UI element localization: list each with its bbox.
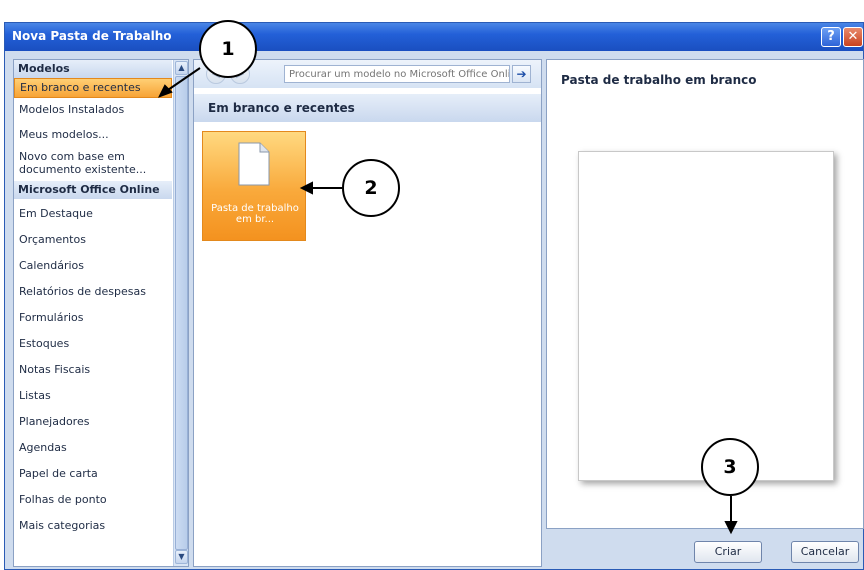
category-scrollbar[interactable]: ▲ ▼: [173, 60, 188, 566]
category-pane: Modelos Em branco e recentes Modelos Ins…: [13, 59, 189, 567]
category-meus-modelos[interactable]: Meus modelos...: [14, 128, 172, 141]
blank-workbook-tile[interactable]: Pasta de trabalho em br...: [202, 131, 306, 241]
callout-1: 1: [199, 20, 257, 78]
category-listas[interactable]: Listas: [14, 389, 172, 402]
category-agendas[interactable]: Agendas: [14, 441, 172, 454]
help-icon[interactable]: ?: [821, 27, 841, 47]
template-search-input[interactable]: [284, 65, 510, 83]
category-folhas-de-ponto[interactable]: Folhas de ponto: [14, 493, 172, 506]
category-mais-categorias[interactable]: Mais categorias: [14, 519, 172, 532]
category-em-destaque[interactable]: Em Destaque: [14, 207, 172, 220]
tile-label: Pasta de trabalho em br...: [211, 203, 299, 225]
category-estoques[interactable]: Estoques: [14, 337, 172, 350]
category-novo-com-base[interactable]: Novo com base em documento existente...: [14, 150, 170, 176]
template-pane: ◀ ▶ ➔ Em branco e recentes Pasta de trab…: [193, 59, 542, 567]
close-icon[interactable]: ✕: [843, 27, 863, 47]
category-notas-fiscais[interactable]: Notas Fiscais: [14, 363, 172, 376]
scroll-thumb[interactable]: [175, 76, 188, 550]
category-orcamentos[interactable]: Orçamentos: [14, 233, 172, 246]
heading-online: Microsoft Office Online: [14, 181, 172, 199]
window-title: Nova Pasta de Trabalho: [12, 29, 172, 43]
preview-thumbnail: [578, 151, 834, 481]
callout-2: 2: [342, 159, 400, 217]
document-icon: [238, 142, 270, 186]
title-bar[interactable]: Nova Pasta de Trabalho ? ✕: [5, 23, 863, 51]
category-relatorios-despesas[interactable]: Relatórios de despesas: [14, 285, 172, 298]
callout-3: 3: [701, 438, 759, 496]
category-em-branco[interactable]: Em branco e recentes: [14, 78, 172, 98]
category-planejadores[interactable]: Planejadores: [14, 415, 172, 428]
section-title: Em branco e recentes: [194, 94, 541, 122]
category-papel-de-carta[interactable]: Papel de carta: [14, 467, 172, 480]
scroll-up-icon[interactable]: ▲: [175, 61, 188, 75]
create-button[interactable]: Criar: [694, 541, 762, 563]
category-calendarios[interactable]: Calendários: [14, 259, 172, 272]
category-modelos-instalados[interactable]: Modelos Instalados: [14, 103, 172, 116]
heading-models: Modelos: [14, 60, 172, 78]
preview-title: Pasta de trabalho em branco: [561, 73, 757, 87]
cancel-button[interactable]: Cancelar: [791, 541, 859, 563]
scroll-down-icon[interactable]: ▼: [175, 550, 188, 564]
category-formularios[interactable]: Formulários: [14, 311, 172, 324]
search-go-icon[interactable]: ➔: [512, 65, 531, 83]
